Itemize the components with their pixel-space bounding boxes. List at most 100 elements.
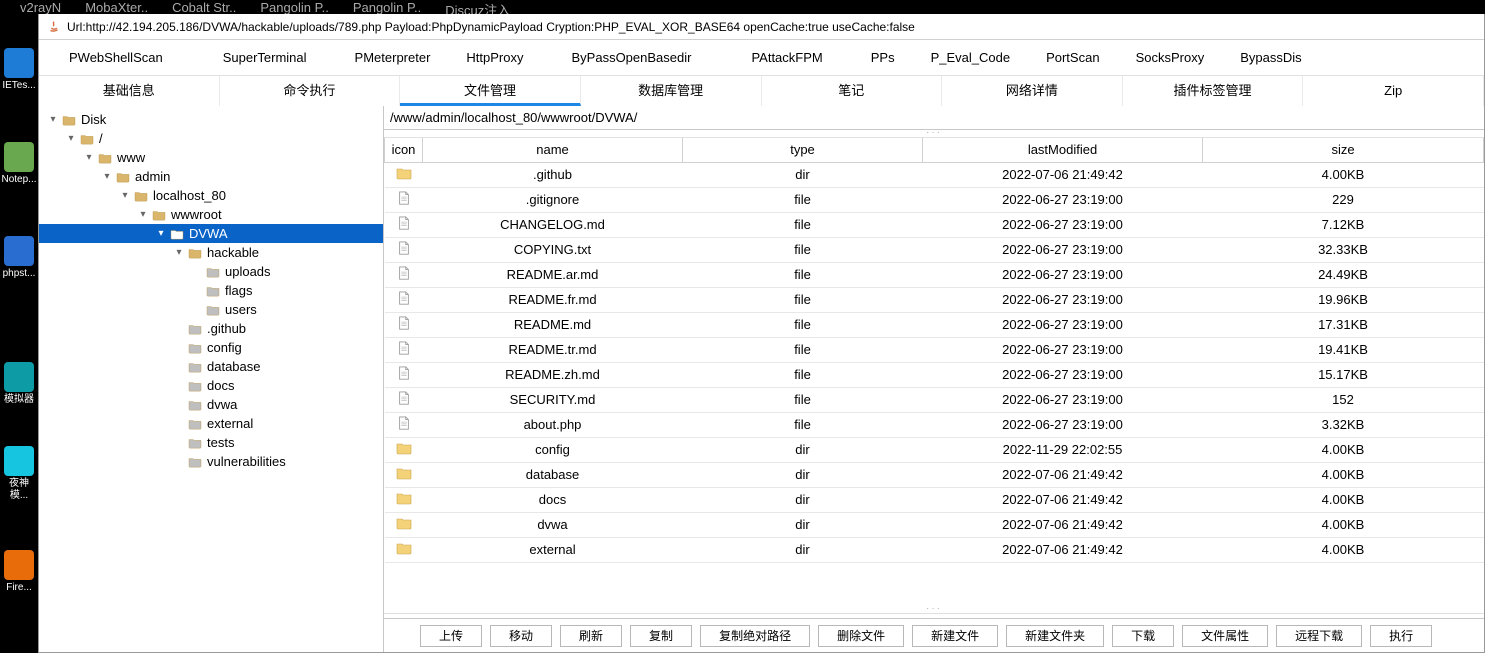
tree-node-external[interactable]: external — [39, 414, 383, 433]
table-row[interactable]: configdir2022-11-29 22:02:554.00KB — [385, 437, 1484, 462]
action-button[interactable]: 删除文件 — [818, 625, 904, 647]
toolbar-tab-portscan[interactable]: PortScan — [1028, 40, 1117, 76]
toolbar-tab-superterminal[interactable]: SuperTerminal — [193, 40, 337, 76]
tree-node-docs[interactable]: docs — [39, 376, 383, 395]
tree-node-tests[interactable]: tests — [39, 433, 383, 452]
toolbar-tab-httpproxy[interactable]: HttpProxy — [448, 40, 541, 76]
tree-node-dvwa[interactable]: ▾DVWA — [39, 224, 383, 243]
tree-node-flags[interactable]: flags — [39, 281, 383, 300]
table-row[interactable]: README.tr.mdfile2022-06-27 23:19:0019.41… — [385, 337, 1484, 362]
toolbar-tab-pps[interactable]: PPs — [853, 40, 913, 76]
action-button[interactable]: 上传 — [420, 625, 482, 647]
nav-tab[interactable]: 命令执行 — [220, 76, 401, 106]
desktop-icon[interactable]: IETes... — [2, 48, 36, 92]
col-size[interactable]: size — [1203, 138, 1484, 162]
desktop-icon[interactable]: Fire... — [2, 550, 36, 594]
tree-node-config[interactable]: config — [39, 338, 383, 357]
action-button[interactable]: 远程下载 — [1276, 625, 1362, 647]
browser-tab[interactable]: Discuz注入 — [445, 0, 510, 14]
nav-tab[interactable]: 数据库管理 — [581, 76, 762, 106]
table-row[interactable]: README.fr.mdfile2022-06-27 23:19:0019.96… — [385, 287, 1484, 312]
col-name[interactable]: name — [423, 138, 683, 162]
tree-expand-icon[interactable]: ▾ — [63, 129, 79, 148]
browser-tab[interactable]: Cobalt Str.. — [172, 0, 236, 14]
tree-node-wwwroot[interactable]: ▾wwwroot — [39, 205, 383, 224]
button-bar: 上传移动刷新复制复制绝对路径删除文件新建文件新建文件夹下载文件属性远程下载执行 — [384, 618, 1484, 652]
tree-node-admin[interactable]: ▾admin — [39, 167, 383, 186]
desktop-icon[interactable]: Notep... — [2, 142, 36, 186]
nav-tab[interactable]: Zip — [1303, 76, 1484, 106]
table-row[interactable]: about.phpfile2022-06-27 23:19:003.32KB — [385, 412, 1484, 437]
table-row[interactable]: README.mdfile2022-06-27 23:19:0017.31KB — [385, 312, 1484, 337]
tree-node-www[interactable]: ▾www — [39, 148, 383, 167]
action-button[interactable]: 文件属性 — [1182, 625, 1268, 647]
folder-icon — [187, 379, 203, 393]
tree-node-[interactable]: ▾/ — [39, 129, 383, 148]
splitter-grip-h2[interactable] — [384, 606, 1484, 614]
desktop-icon[interactable]: 夜神模... — [2, 446, 36, 502]
table-row[interactable]: .gitignorefile2022-06-27 23:19:00229 — [385, 187, 1484, 212]
tree-label: docs — [207, 376, 234, 395]
col-lastmodified[interactable]: lastModified — [923, 138, 1203, 162]
tree-node-disk[interactable]: ▾Disk — [39, 110, 383, 129]
toolbar-tab-pwebshellscan[interactable]: PWebShellScan — [39, 40, 193, 76]
tree-expand-icon[interactable]: ▾ — [135, 205, 151, 224]
action-button[interactable]: 执行 — [1370, 625, 1432, 647]
tree-node-uploads[interactable]: uploads — [39, 262, 383, 281]
tree-expand-icon[interactable]: ▾ — [153, 224, 169, 243]
browser-tab[interactable]: Pangolin P.. — [260, 0, 328, 14]
toolbar-tab-pattackfpm[interactable]: PAttackFPM — [721, 40, 852, 76]
tree-node-users[interactable]: users — [39, 300, 383, 319]
tree-expand-icon[interactable]: ▾ — [117, 186, 133, 205]
tree-pane[interactable]: ▾Disk▾/▾www▾admin▾localhost_80▾wwwroot▾D… — [39, 106, 384, 652]
tree-node-localhost80[interactable]: ▾localhost_80 — [39, 186, 383, 205]
table-row[interactable]: SECURITY.mdfile2022-06-27 23:19:00152 — [385, 387, 1484, 412]
tree-node-github[interactable]: .github — [39, 319, 383, 338]
col-type[interactable]: type — [683, 138, 923, 162]
cell-name: config — [423, 437, 683, 462]
nav-tab[interactable]: 插件标签管理 — [1123, 76, 1304, 106]
nav-tab[interactable]: 基础信息 — [39, 76, 220, 106]
splitter-grip-h[interactable] — [384, 130, 1484, 138]
table-row[interactable]: docsdir2022-07-06 21:49:424.00KB — [385, 487, 1484, 512]
tree-expand-icon[interactable]: ▾ — [99, 167, 115, 186]
tree-expand-icon[interactable]: ▾ — [45, 110, 61, 129]
toolbar-tab-bypassopenbasedir[interactable]: ByPassOpenBasedir — [542, 40, 722, 76]
action-button[interactable]: 下载 — [1112, 625, 1174, 647]
folder-icon — [187, 436, 203, 450]
browser-tab[interactable]: MobaXter.. — [85, 0, 148, 14]
toolbar-tab-bypassdis[interactable]: BypassDis — [1222, 40, 1319, 76]
toolbar-tab-pmeterpreter[interactable]: PMeterpreter — [337, 40, 449, 76]
action-button[interactable]: 新建文件 — [912, 625, 998, 647]
toolbar-tab-p_eval_code[interactable]: P_Eval_Code — [913, 40, 1029, 76]
table-row[interactable]: databasedir2022-07-06 21:49:424.00KB — [385, 462, 1484, 487]
browser-tab[interactable]: v2rayN — [20, 0, 61, 14]
desktop-icon[interactable]: 模拟器 — [2, 362, 36, 406]
main-area: ▾Disk▾/▾www▾admin▾localhost_80▾wwwroot▾D… — [39, 106, 1484, 652]
nav-tab[interactable]: 文件管理 — [400, 76, 581, 106]
action-button[interactable]: 复制 — [630, 625, 692, 647]
table-row[interactable]: README.ar.mdfile2022-06-27 23:19:0024.49… — [385, 262, 1484, 287]
table-row[interactable]: README.zh.mdfile2022-06-27 23:19:0015.17… — [385, 362, 1484, 387]
desktop-icon[interactable]: phpst... — [2, 236, 36, 280]
nav-tab[interactable]: 网络详情 — [942, 76, 1123, 106]
action-button[interactable]: 刷新 — [560, 625, 622, 647]
action-button[interactable]: 新建文件夹 — [1006, 625, 1104, 647]
tree-expand-icon[interactable]: ▾ — [171, 243, 187, 262]
table-row[interactable]: COPYING.txtfile2022-06-27 23:19:0032.33K… — [385, 237, 1484, 262]
tree-node-database[interactable]: database — [39, 357, 383, 376]
action-button[interactable]: 复制绝对路径 — [700, 625, 810, 647]
table-row[interactable]: dvwadir2022-07-06 21:49:424.00KB — [385, 512, 1484, 537]
action-button[interactable]: 移动 — [490, 625, 552, 647]
table-row[interactable]: externaldir2022-07-06 21:49:424.00KB — [385, 537, 1484, 562]
tree-node-hackable[interactable]: ▾hackable — [39, 243, 383, 262]
nav-tab[interactable]: 笔记 — [762, 76, 943, 106]
tree-expand-icon[interactable]: ▾ — [81, 148, 97, 167]
col-icon[interactable]: icon — [385, 138, 423, 162]
table-row[interactable]: .githubdir2022-07-06 21:49:424.00KB — [385, 162, 1484, 187]
browser-tab[interactable]: Pangolin P.. — [353, 0, 421, 14]
table-row[interactable]: CHANGELOG.mdfile2022-06-27 23:19:007.12K… — [385, 212, 1484, 237]
tree-node-dvwa[interactable]: dvwa — [39, 395, 383, 414]
toolbar-tab-socksproxy[interactable]: SocksProxy — [1118, 40, 1223, 76]
tree-node-vulnerabilities[interactable]: vulnerabilities — [39, 452, 383, 471]
